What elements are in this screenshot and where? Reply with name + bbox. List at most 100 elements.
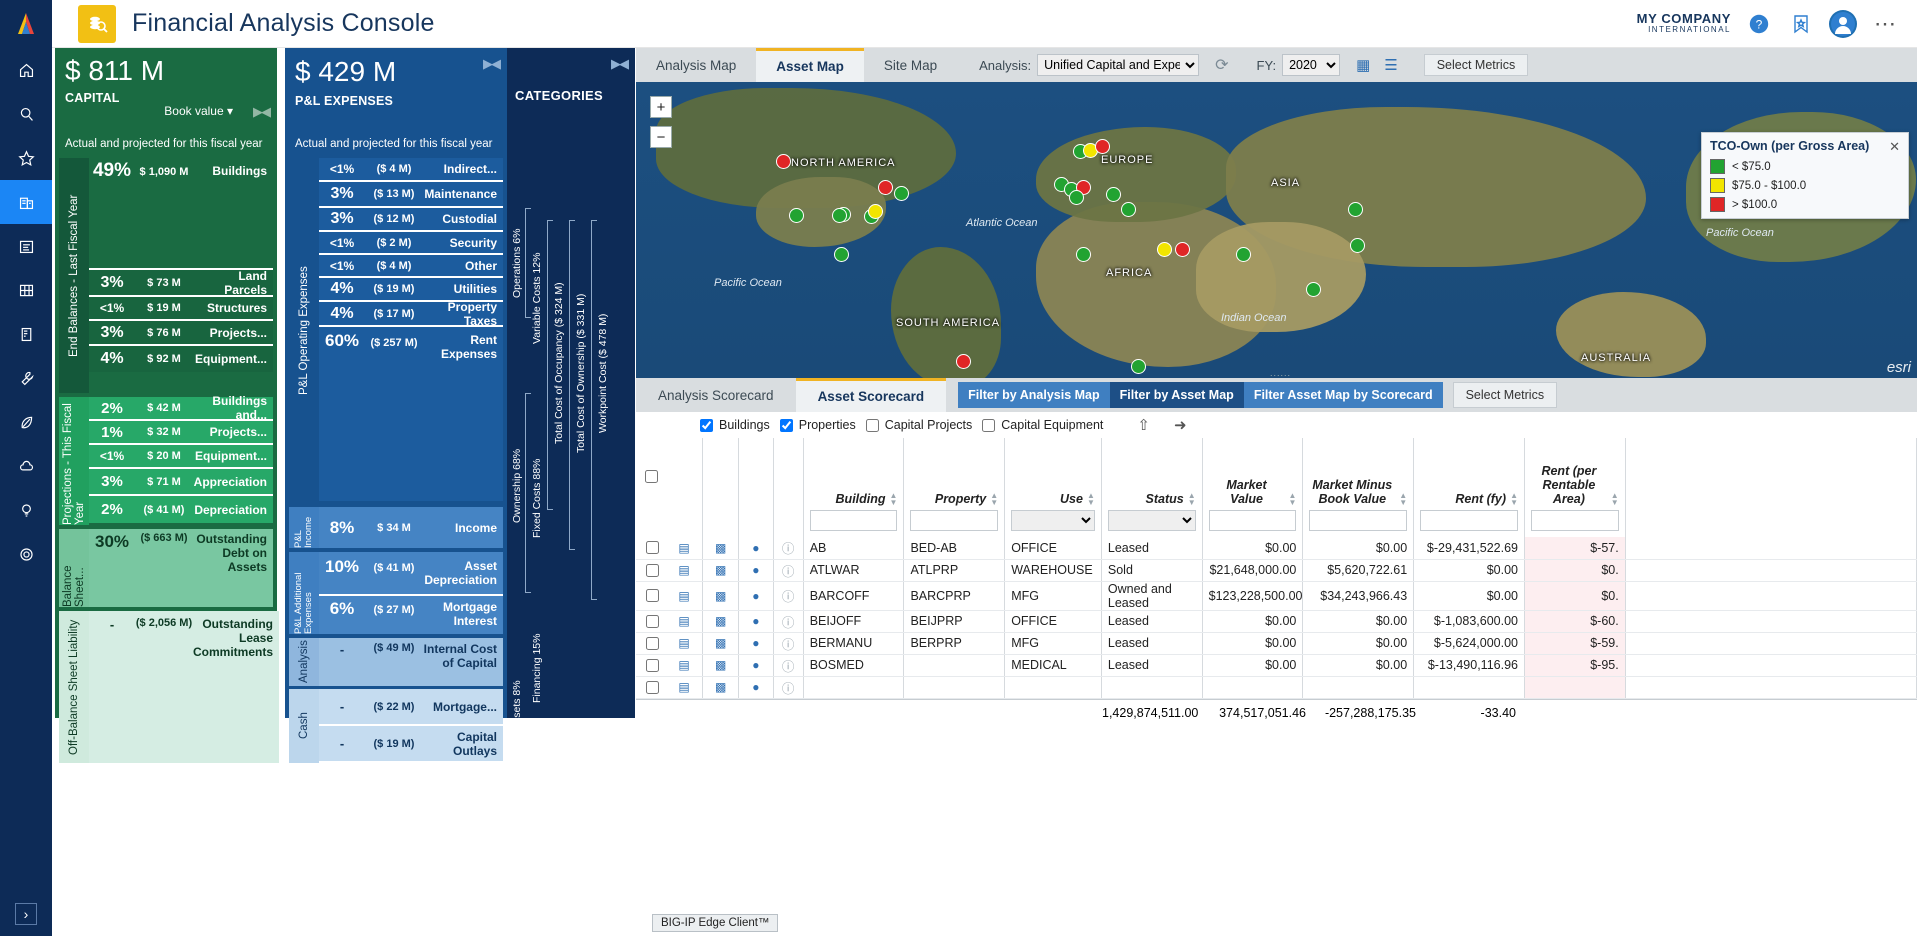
row-info-icon[interactable]: ⓘ bbox=[773, 610, 803, 632]
bookmark-star-icon[interactable] bbox=[1787, 10, 1815, 38]
row-chart-icon[interactable]: ▤ bbox=[666, 676, 702, 698]
checkbox-capital-equipment-input[interactable] bbox=[982, 419, 995, 432]
sort-icon[interactable]: ▲▼ bbox=[1611, 492, 1619, 506]
checkbox-properties-input[interactable] bbox=[780, 419, 793, 432]
treemap-row[interactable]: 4% ($ 17 M) Property Taxes bbox=[319, 302, 503, 327]
row-chart-icon[interactable]: ▤ bbox=[666, 559, 702, 581]
sort-icon[interactable]: ▲▼ bbox=[990, 492, 998, 506]
map-pin[interactable] bbox=[1121, 202, 1136, 217]
capital-group3-rows[interactable]: 30% ($ 663 M) Outstanding Debt on Assets bbox=[89, 529, 273, 607]
filter-status-select[interactable] bbox=[1108, 510, 1196, 531]
map-pin[interactable] bbox=[1157, 242, 1172, 257]
bigip-edge-client-status[interactable]: BIG-IP Edge Client™ bbox=[652, 914, 778, 932]
map-pin[interactable] bbox=[1236, 247, 1251, 262]
treemap-row[interactable]: - ($ 22 M) Mortgage... bbox=[319, 689, 503, 726]
row-checkbox[interactable] bbox=[646, 541, 659, 554]
analysis-select[interactable]: Unified Capital and Expense An bbox=[1037, 54, 1199, 76]
row-location-icon[interactable]: ● bbox=[739, 537, 773, 559]
checkbox-capital-projects[interactable]: Capital Projects bbox=[862, 416, 973, 435]
app-logo[interactable] bbox=[0, 0, 52, 48]
row-location-icon[interactable]: ● bbox=[739, 676, 773, 698]
sidebar-item-settings[interactable] bbox=[0, 532, 52, 576]
map-pin[interactable] bbox=[1348, 202, 1363, 217]
map-pin[interactable] bbox=[1131, 359, 1146, 374]
checkbox-buildings[interactable]: Buildings bbox=[696, 416, 770, 435]
row-info-icon[interactable]: ⓘ bbox=[773, 654, 803, 676]
sidebar-item-insights[interactable] bbox=[0, 488, 52, 532]
scorecard-select-metrics-button[interactable]: Select Metrics bbox=[1453, 382, 1558, 408]
treemap-row[interactable]: <1% $ 20 M Equipment... bbox=[89, 445, 273, 469]
export-icon[interactable]: ⇧ bbox=[1137, 416, 1150, 434]
col-rent-fy-header[interactable]: Rent (fy)▲▼ bbox=[1414, 438, 1525, 508]
sidebar-item-maintenance[interactable] bbox=[0, 356, 52, 400]
map-pin[interactable] bbox=[956, 354, 971, 369]
row-chart-icon[interactable]: ▤ bbox=[666, 537, 702, 559]
row-info-icon[interactable]: ⓘ bbox=[773, 632, 803, 654]
map-pin[interactable] bbox=[878, 180, 893, 195]
map-pin[interactable] bbox=[1175, 242, 1190, 257]
share-arrow-icon[interactable]: ➜ bbox=[1174, 416, 1187, 434]
treemap-row[interactable]: <1% ($ 4 M) Other bbox=[319, 255, 503, 278]
map-pin[interactable] bbox=[776, 154, 791, 169]
row-checkbox[interactable] bbox=[646, 564, 659, 577]
sidebar-item-cloud[interactable] bbox=[0, 444, 52, 488]
sort-icon[interactable]: ▲▼ bbox=[890, 492, 898, 506]
rail-expand-button[interactable]: › bbox=[0, 892, 52, 936]
row-checkbox[interactable] bbox=[646, 637, 659, 650]
filter-market-value-input[interactable] bbox=[1209, 510, 1297, 531]
row-bar-icon[interactable]: ▩ bbox=[702, 559, 738, 581]
row-info-icon[interactable]: ⓘ bbox=[773, 537, 803, 559]
treemap-row[interactable]: 8% $ 34 M Income bbox=[319, 507, 503, 548]
filter-asset-map-by-scorecard-button[interactable]: Filter Asset Map by Scorecard bbox=[1244, 382, 1443, 408]
checkbox-properties[interactable]: Properties bbox=[776, 416, 856, 435]
row-location-icon[interactable]: ● bbox=[739, 559, 773, 581]
row-chart-icon[interactable]: ▤ bbox=[666, 610, 702, 632]
ellipsis-icon[interactable]: ⋯ bbox=[1871, 10, 1899, 38]
sort-icon[interactable]: ▲▼ bbox=[1288, 492, 1296, 506]
tab-site-map[interactable]: Site Map bbox=[864, 48, 957, 82]
treemap-row[interactable]: <1% ($ 4 M) Indirect... bbox=[319, 158, 503, 182]
map-pin[interactable] bbox=[1095, 139, 1110, 154]
checkbox-capital-equipment[interactable]: Capital Equipment bbox=[978, 416, 1103, 435]
row-checkbox[interactable] bbox=[646, 615, 659, 628]
filter-rent-fy-input[interactable] bbox=[1420, 510, 1518, 531]
sidebar-item-sustainability[interactable] bbox=[0, 400, 52, 444]
table-row[interactable]: ▤ ▩ ● ⓘ BERMANU BERPRP MFG Leased $0.00 … bbox=[636, 632, 1917, 654]
categories-collapse-icon[interactable]: ▶◀ bbox=[611, 56, 627, 72]
sort-icon[interactable]: ▲▼ bbox=[1188, 492, 1196, 506]
row-checkbox[interactable] bbox=[646, 681, 659, 694]
filter-by-asset-map-button[interactable]: Filter by Asset Map bbox=[1110, 382, 1244, 408]
world-map-canvas[interactable]: + − NORTH AMERICA SOUTH AMERICA EUROPE A… bbox=[636, 82, 1917, 378]
treemap-row[interactable]: 60% ($ 257 M) Rent Expenses bbox=[319, 327, 503, 501]
treemap-row[interactable]: 1% $ 32 M Projects... bbox=[89, 421, 273, 445]
row-bar-icon[interactable]: ▩ bbox=[702, 537, 738, 559]
filter-property-input[interactable] bbox=[910, 510, 998, 531]
row-bar-icon[interactable]: ▩ bbox=[702, 676, 738, 698]
col-status-header[interactable]: Status▲▼ bbox=[1101, 438, 1202, 508]
filter-by-analysis-map-button[interactable]: Filter by Analysis Map bbox=[958, 382, 1110, 408]
table-row-partial[interactable]: ▤ ▩ ● ⓘ bbox=[636, 676, 1917, 698]
close-icon[interactable]: ✕ bbox=[1889, 139, 1900, 155]
sidebar-item-grid[interactable] bbox=[0, 268, 52, 312]
capital-group4-rows[interactable]: - ($ 2,056 M) Outstanding Lease Commitme… bbox=[89, 611, 279, 763]
filter-market-minus-book-input[interactable] bbox=[1309, 510, 1407, 531]
sidebar-item-favorites[interactable] bbox=[0, 136, 52, 180]
treemap-row[interactable]: 3% $ 73 M Land Parcels bbox=[89, 270, 273, 297]
map-pin[interactable] bbox=[789, 208, 804, 223]
tab-asset-scorecard[interactable]: Asset Scorecard bbox=[796, 378, 947, 412]
row-location-icon[interactable]: ● bbox=[739, 610, 773, 632]
capital-collapse-icon[interactable]: ▶◀ bbox=[253, 104, 269, 120]
row-checkbox[interactable] bbox=[646, 589, 659, 602]
treemap-row[interactable]: - ($ 19 M) Capital Outlays bbox=[319, 726, 503, 761]
treemap-row[interactable]: - ($ 49 M) Internal Cost of Capital bbox=[319, 638, 503, 686]
book-value-selector[interactable]: Book value ▾ bbox=[164, 104, 233, 118]
col-property-header[interactable]: Property▲▼ bbox=[904, 438, 1005, 508]
treemap-row[interactable]: 3% ($ 13 M) Maintenance bbox=[319, 182, 503, 208]
sidebar-item-buildings[interactable] bbox=[0, 180, 52, 224]
help-circle-icon[interactable]: ? bbox=[1745, 10, 1773, 38]
row-checkbox[interactable] bbox=[646, 659, 659, 672]
map-select-metrics-button[interactable]: Select Metrics bbox=[1424, 54, 1529, 76]
sort-icon[interactable]: ▲▼ bbox=[1087, 492, 1095, 506]
tab-asset-map[interactable]: Asset Map bbox=[756, 48, 864, 82]
sidebar-item-server[interactable] bbox=[0, 312, 52, 356]
